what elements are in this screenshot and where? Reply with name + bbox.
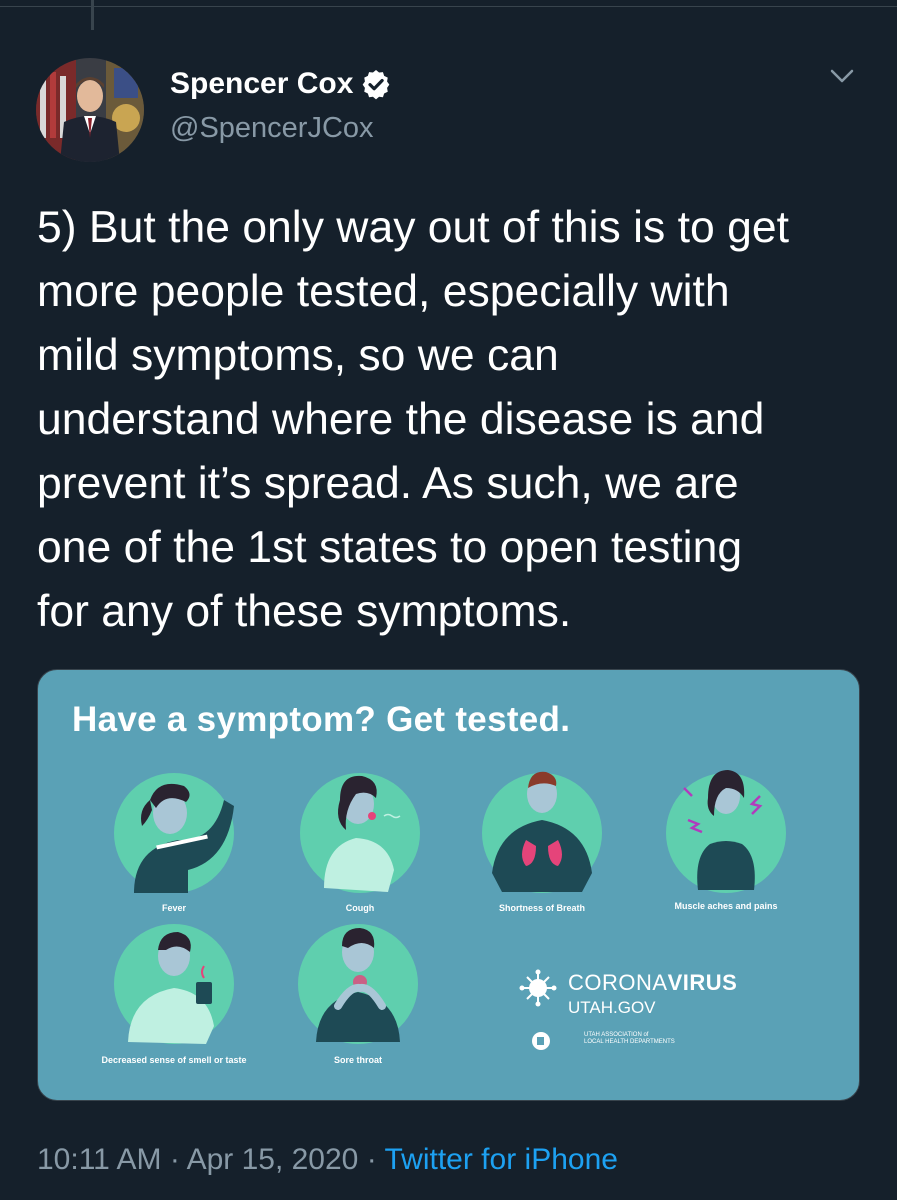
avatar-photo — [36, 58, 144, 162]
cough-illustration — [300, 773, 420, 893]
tweet-text-line: prevent it’s spread. As such, we are — [37, 459, 739, 508]
association-brand: UTAH ASSOCIATION of LOCAL HEALTH DEPARTM… — [560, 1032, 760, 1046]
top-divider — [0, 6, 897, 7]
association-line-1: UTAH ASSOCIATION of — [584, 1032, 649, 1038]
meta-separator: · — [366, 1143, 377, 1176]
tweet-media-image[interactable]: Have a symptom? Get tested. Fever Cough … — [37, 669, 860, 1101]
tweet-source-link[interactable]: Twitter for iPhone — [385, 1143, 618, 1176]
tweet-text-line: more people tested, especially with — [37, 267, 730, 316]
symptom-label-shortness-of-breath: Shortness of Breath — [498, 903, 585, 913]
sore-throat-illustration — [298, 924, 418, 1044]
meta-separator: · — [169, 1143, 180, 1176]
tweet-text-line: mild symptoms, so we can — [37, 331, 559, 380]
tweet-text: 5) But the only way out of this is to ge… — [37, 196, 882, 644]
association-logo-icon — [532, 1032, 550, 1050]
symptom-label-muscle-aches: Muscle aches and pains — [674, 901, 778, 911]
thread-connector-line — [91, 0, 94, 30]
chevron-down-icon[interactable] — [826, 62, 858, 90]
coronavirus-brand: CORONAVIRUS UTAH.GOV — [568, 970, 737, 1018]
tweet-text-line: one of the 1st states to open testing — [37, 523, 743, 572]
graphic-headline: Have a symptom? Get tested. — [72, 700, 571, 739]
avatar[interactable] — [36, 58, 144, 162]
association-text: UTAH ASSOCIATION of LOCAL HEALTH DEPARTM… — [584, 1032, 675, 1046]
author-handle[interactable]: @SpencerJCox — [170, 110, 374, 146]
brand-corona-suffix: VIRUS — [667, 970, 738, 995]
verified-badge-icon — [360, 68, 392, 100]
smell-taste-illustration — [114, 924, 234, 1044]
author-display-name[interactable]: Spencer Cox — [170, 66, 353, 102]
symptom-label-sore-throat: Sore throat — [333, 1055, 382, 1065]
tweet-text-line: for any of these symptoms. — [37, 587, 572, 636]
brand-coronavirus-text: CORONAVIRUS — [568, 970, 737, 996]
tweet-text-line: 5) But the only way out of this is to ge… — [37, 203, 789, 252]
symptom-label-cough: Cough — [345, 903, 375, 913]
tweet-text-line: understand where the disease is and — [37, 395, 765, 444]
tweet-date[interactable]: Apr 15, 2020 — [187, 1143, 359, 1176]
brand-corona-prefix: CORONA — [568, 970, 668, 995]
tweet-time[interactable]: 10:11 AM — [37, 1143, 162, 1176]
muscle-aches-illustration — [666, 770, 786, 893]
coronavirus-logo-icon — [519, 969, 557, 1007]
association-line-2: LOCAL HEALTH DEPARTMENTS — [584, 1039, 675, 1045]
author-name-row[interactable]: Spencer Cox — [170, 66, 392, 102]
symptom-label-smell-taste: Decreased sense of smell or taste — [101, 1055, 247, 1065]
symptom-label-fever: Fever — [161, 903, 187, 913]
tweet-meta-row: 10:11 AM · Apr 15, 2020 · Twitter for iP… — [37, 1140, 618, 1180]
shortness-of-breath-illustration — [482, 771, 602, 893]
fever-illustration — [114, 773, 234, 893]
brand-domain: UTAH.GOV — [568, 998, 656, 1017]
